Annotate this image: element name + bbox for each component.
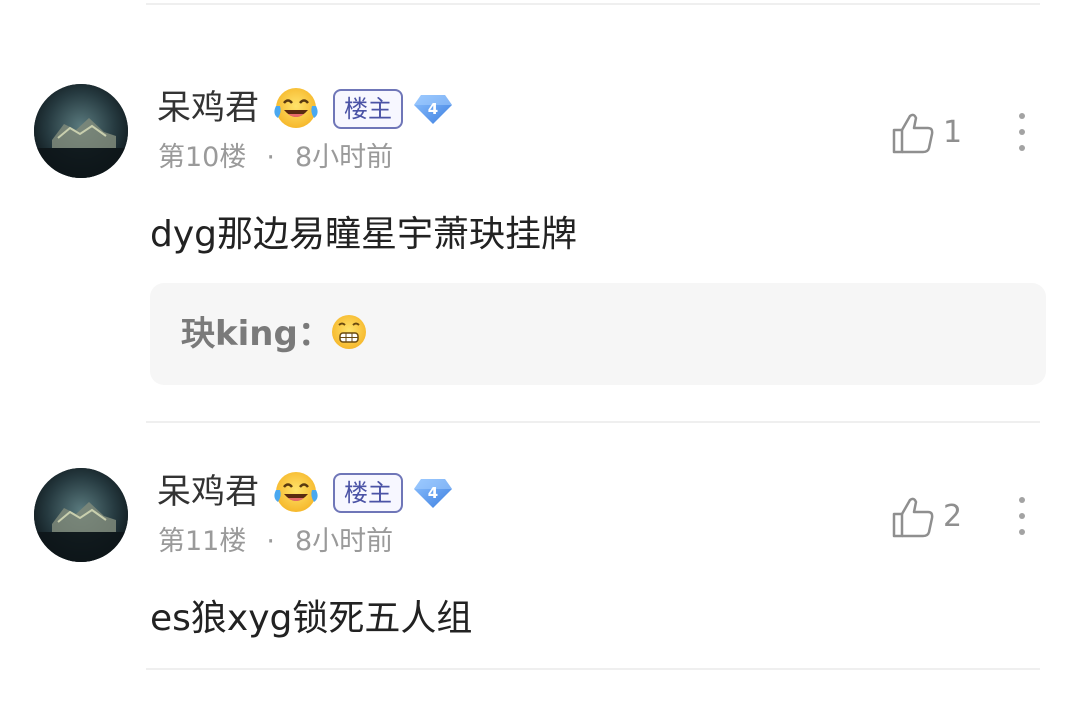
meta-separator: · <box>266 142 275 173</box>
avatar[interactable] <box>34 468 128 562</box>
grimacing-emoji-icon <box>330 313 368 351</box>
comment-meta: 第11楼 · 8小时前 <box>158 526 393 558</box>
username[interactable]: 呆鸡君 <box>157 88 259 128</box>
laughing-crying-emoji-icon <box>272 84 320 132</box>
dot <box>1019 497 1025 503</box>
laughing-crying-emoji-icon <box>272 468 320 516</box>
level-diamond-icon: 4 <box>412 91 454 127</box>
reply-preview[interactable]: 玦king： <box>150 283 1046 385</box>
level-number: 4 <box>427 100 439 118</box>
level-diamond-icon: 4 <box>412 475 454 511</box>
post-time: 8小时前 <box>294 526 394 557</box>
like-count: 2 <box>943 499 963 534</box>
like-button[interactable]: 1 <box>888 108 968 158</box>
level-number: 4 <box>427 484 439 502</box>
like-button[interactable]: 2 <box>888 492 968 542</box>
comment-meta: 第10楼 · 8小时前 <box>158 142 393 174</box>
dot <box>1019 145 1025 151</box>
thumbs-up-icon <box>892 497 934 538</box>
dot <box>1019 113 1025 119</box>
op-badge: 楼主 <box>333 89 403 129</box>
dot <box>1019 513 1025 519</box>
comment-text: es狼xyg锁死五人组 <box>150 598 473 639</box>
reply-author[interactable]: 玦king： <box>181 313 332 355</box>
avatar[interactable] <box>34 84 128 178</box>
top-divider <box>146 3 1040 5</box>
dot <box>1019 529 1025 535</box>
more-options-button[interactable] <box>1007 108 1037 158</box>
floor-number: 第11楼 <box>158 526 247 557</box>
bottom-divider <box>146 668 1040 670</box>
username[interactable]: 呆鸡君 <box>157 472 259 512</box>
meta-separator: · <box>266 526 275 557</box>
comment-text: dyg那边易瞳星宇萧玦挂牌 <box>150 214 578 255</box>
like-count: 1 <box>943 115 963 150</box>
comment-divider <box>146 421 1040 423</box>
dot <box>1019 129 1025 135</box>
post-time: 8小时前 <box>294 142 394 173</box>
more-options-button[interactable] <box>1007 492 1037 542</box>
op-badge: 楼主 <box>333 473 403 513</box>
thumbs-up-icon <box>892 113 934 154</box>
floor-number: 第10楼 <box>158 142 247 173</box>
